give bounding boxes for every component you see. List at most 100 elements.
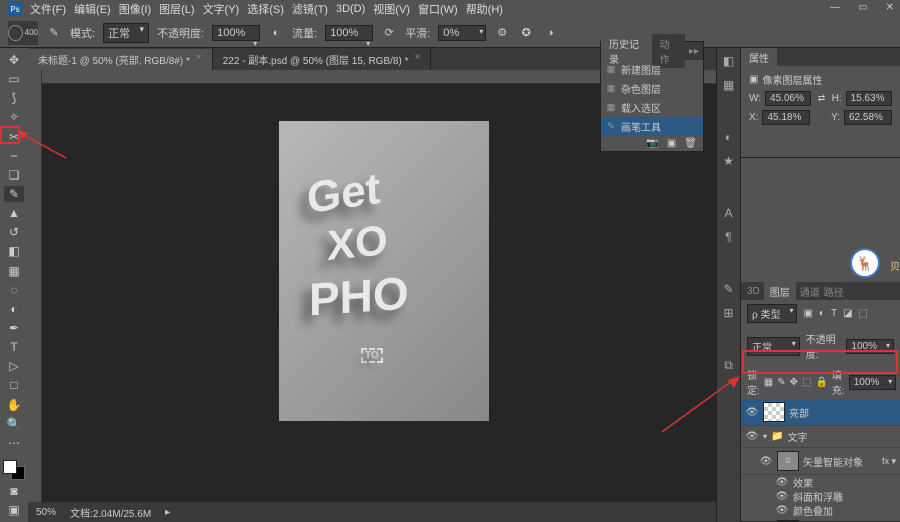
fx-item[interactable]: 颜色叠加 <box>793 503 833 518</box>
brush-tool[interactable]: ✎ <box>4 186 24 202</box>
fx-item[interactable]: 斜面和浮雕 <box>793 489 843 504</box>
lock-pos-icon[interactable]: ✥ <box>790 377 798 388</box>
kind-filter[interactable]: ρ 类型 <box>747 304 797 323</box>
lock-all-icon[interactable]: 🔒 <box>815 377 827 388</box>
menu-layer[interactable]: 图层(L) <box>159 1 194 17</box>
visibility-icon[interactable]: 👁 <box>775 477 789 488</box>
filter-adjust-icon[interactable]: ◐ <box>819 308 825 319</box>
menu-filter[interactable]: 滤镜(T) <box>292 1 328 17</box>
eyedropper-tool[interactable]: ⎯ <box>4 148 24 164</box>
smooth-input[interactable]: 0% <box>438 25 486 41</box>
trash-icon[interactable]: 🗑 <box>684 138 697 149</box>
history-panel[interactable]: 历史记录 动作 ▸▸ ▦新建图层 ▦杂色图层 ▦载入选区 ✎画笔工具 📷 ▣ 🗑 <box>600 41 704 152</box>
char-icon[interactable]: A <box>721 206 737 222</box>
document-canvas[interactable]: Get XO PHO TO <box>279 121 489 421</box>
layer-row[interactable]: 👁 X 矢量智能对象 fx ▾ <box>741 517 900 521</box>
airbrush-icon[interactable]: ⟳ <box>381 25 397 41</box>
color-panel-icon[interactable]: ◧ <box>721 54 737 70</box>
menu-image[interactable]: 图像(I) <box>119 1 151 17</box>
pressure-size-icon[interactable]: ◑ <box>542 25 558 41</box>
lock-art-icon[interactable]: ⬚ <box>802 377 811 388</box>
filter-pixel-icon[interactable]: ▣ <box>803 308 812 319</box>
maximize-button[interactable]: ▭ <box>858 2 867 13</box>
document-tab-1[interactable]: 未标题-1 @ 50% (亮部, RGB/8#) *× <box>28 49 213 70</box>
w-input[interactable]: 45.06% <box>765 91 811 106</box>
gradient-tool[interactable]: ▦ <box>4 263 24 279</box>
zoom-value[interactable]: 50% <box>36 507 56 518</box>
document-tab-2[interactable]: 222 - 副本.psd @ 50% (图层 15, RGB/8) *× <box>213 49 432 70</box>
pressure-opacity-icon[interactable]: ◐ <box>268 25 284 41</box>
layer-row[interactable]: 👁 ▾ 📁 文字 <box>741 426 900 448</box>
tab-channels[interactable]: 通道 <box>800 284 820 299</box>
close-icon[interactable]: × <box>196 52 202 67</box>
opacity-input[interactable]: 100% <box>212 25 260 41</box>
shape-tool[interactable]: □ <box>4 377 24 393</box>
menu-window[interactable]: 窗口(W) <box>418 1 458 17</box>
tab-layers[interactable]: 图层 <box>764 282 796 301</box>
visibility-icon[interactable]: 👁 <box>775 505 789 516</box>
visibility-icon[interactable]: 👁 <box>759 456 773 467</box>
filter-type-icon[interactable]: T <box>831 308 837 319</box>
quickmask-tool[interactable]: ◙ <box>4 483 24 499</box>
fx-badge[interactable]: fx ▾ <box>882 456 896 467</box>
eraser-tool[interactable]: ◧ <box>4 243 24 259</box>
clone-icon[interactable]: ⧉ <box>721 358 737 374</box>
para-icon[interactable]: ¶ <box>721 230 737 246</box>
history-row[interactable]: ▦杂色图层 <box>601 79 703 98</box>
wand-tool[interactable]: ✧ <box>4 109 24 125</box>
swatches-panel-icon[interactable]: ▦ <box>721 78 737 94</box>
blend-mode[interactable]: 正常 <box>747 337 800 356</box>
menu-help[interactable]: 帮助(H) <box>466 1 503 17</box>
marquee-tool[interactable]: ▭ <box>4 71 24 87</box>
lasso-tool[interactable]: ⟆ <box>4 90 24 106</box>
tab-paths[interactable]: 路径 <box>824 284 844 299</box>
layer-opacity[interactable]: 100% <box>846 339 894 354</box>
visibility-icon[interactable]: 👁 <box>775 491 789 502</box>
layer-row[interactable]: 👁 G 矢量智能对象 fx ▾ <box>741 448 900 475</box>
path-tool[interactable]: ▷ <box>4 358 24 374</box>
filter-smart-icon[interactable]: ⬚ <box>859 308 868 319</box>
history-row[interactable]: ▦载入选区 <box>601 98 703 117</box>
edit-toolbar[interactable]: ⋯ <box>4 435 24 451</box>
history-brush-tool[interactable]: ↺ <box>4 224 24 240</box>
type-tool[interactable]: T <box>4 339 24 355</box>
menu-file[interactable]: 文件(F) <box>30 1 66 17</box>
crop-tool[interactable]: ✂ <box>4 129 24 145</box>
layer-name[interactable]: 文字 <box>787 429 896 444</box>
stamp-tool[interactable]: ▲ <box>4 205 24 221</box>
h-input[interactable]: 15.63% <box>846 91 892 106</box>
menu-edit[interactable]: 编辑(E) <box>74 1 111 17</box>
tab-3d[interactable]: 3D <box>747 286 760 297</box>
menu-3d[interactable]: 3D(D) <box>336 3 365 15</box>
close-icon[interactable]: × <box>414 52 420 67</box>
link-icon[interactable]: ⇄ <box>815 93 827 104</box>
layer-name[interactable]: 矢量智能对象 <box>803 454 878 469</box>
pen-tool[interactable]: ✒ <box>4 320 24 336</box>
color-swatches[interactable] <box>3 460 25 480</box>
heal-tool[interactable]: ❏ <box>4 167 24 183</box>
layer-thumb[interactable]: G <box>777 451 799 471</box>
blur-tool[interactable]: ◌ <box>4 282 24 298</box>
menu-select[interactable]: 选择(S) <box>247 1 284 17</box>
screenmode-tool[interactable]: ▣ <box>4 502 24 518</box>
new-doc-icon[interactable]: ▣ <box>667 138 676 149</box>
menu-view[interactable]: 视图(V) <box>373 1 410 17</box>
visibility-icon[interactable]: 👁 <box>745 431 759 442</box>
collapse-icon[interactable]: ▸▸ <box>685 46 703 57</box>
layer-thumb[interactable] <box>763 402 785 422</box>
layer-thumb[interactable]: X <box>777 520 799 521</box>
brush-preset-icon[interactable]: 400 <box>8 21 38 45</box>
x-input[interactable]: 45.18% <box>762 110 810 125</box>
symmetry-icon[interactable]: ✪ <box>518 25 534 41</box>
lock-trans-icon[interactable]: ▦ <box>764 377 773 388</box>
layer-name[interactable]: 亮部 <box>789 405 896 420</box>
filter-shape-icon[interactable]: ◪ <box>843 308 852 319</box>
adjustment-icon[interactable]: ◐ <box>721 130 737 146</box>
zoom-tool[interactable]: 🔍 <box>4 416 24 432</box>
close-button[interactable]: ✕ <box>886 2 894 13</box>
settings-icon[interactable]: ⚙ <box>494 25 510 41</box>
fill-value[interactable]: 100% <box>849 375 897 390</box>
brush-panel-icon-2[interactable]: ✎ <box>721 282 737 298</box>
visibility-icon[interactable]: 👁 <box>745 407 759 418</box>
history-row[interactable]: ✎画笔工具 <box>601 117 703 136</box>
